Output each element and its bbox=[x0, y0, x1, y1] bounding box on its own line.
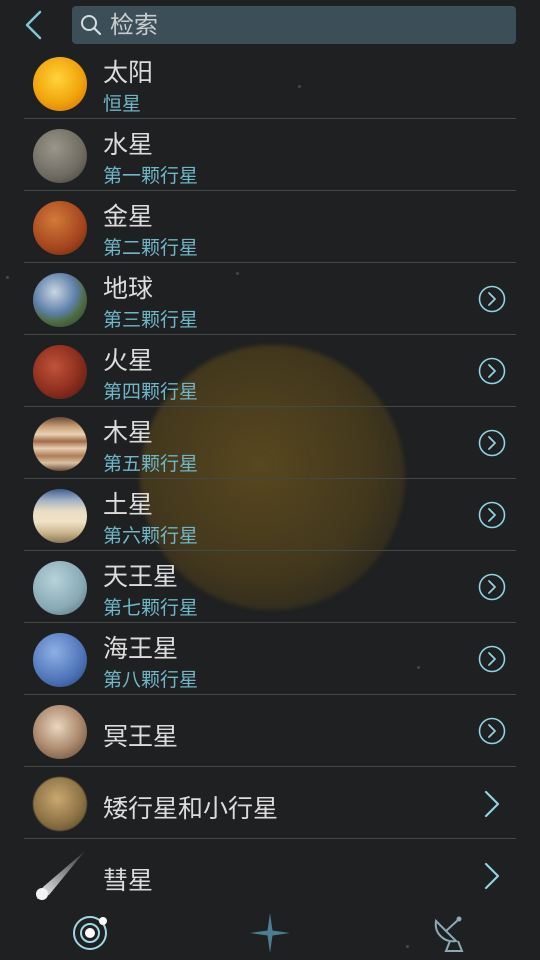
list-item-uranus[interactable]: 天王星 第七颗行星 bbox=[24, 551, 516, 623]
tab-satellite-dish[interactable] bbox=[428, 911, 472, 955]
jupiter-thumbnail bbox=[33, 417, 87, 471]
back-button[interactable] bbox=[18, 6, 54, 44]
search-bar bbox=[0, 0, 540, 52]
circle-arrow-right-icon[interactable] bbox=[478, 717, 506, 745]
background-star bbox=[6, 276, 9, 279]
list-item-mercury[interactable]: 水星 第一颗行星 bbox=[24, 119, 516, 191]
list-item-venus[interactable]: 金星 第二颗行星 bbox=[24, 191, 516, 263]
tab-solar-system[interactable] bbox=[68, 911, 112, 955]
item-name: 地球 bbox=[103, 274, 154, 303]
chevron-right-icon[interactable] bbox=[482, 789, 502, 819]
item-subtitle: 第六颗行星 bbox=[103, 525, 199, 547]
circle-arrow-right-icon[interactable] bbox=[478, 429, 506, 457]
item-subtitle: 第五颗行星 bbox=[103, 453, 199, 475]
circle-arrow-right-icon[interactable] bbox=[478, 501, 506, 529]
search-input[interactable] bbox=[110, 6, 505, 44]
list-item-sun[interactable]: 太阳 恒星 bbox=[24, 47, 516, 119]
item-name: 水星 bbox=[103, 130, 154, 159]
mercury-thumbnail bbox=[33, 129, 87, 183]
list-item-saturn[interactable]: 土星 第六颗行星 bbox=[24, 479, 516, 551]
item-subtitle: 恒星 bbox=[103, 93, 142, 115]
comet-icon bbox=[36, 851, 85, 900]
item-subtitle: 第二颗行星 bbox=[103, 237, 199, 259]
tab-bar bbox=[0, 905, 540, 960]
item-name: 海王星 bbox=[103, 634, 179, 663]
dwarf-planet-thumbnail bbox=[33, 777, 87, 831]
list-item-dwarf-planets[interactable]: 矮行星和小行星 bbox=[24, 767, 516, 839]
sun-thumbnail bbox=[33, 57, 87, 111]
item-name: 金星 bbox=[103, 202, 154, 231]
list-item-pluto[interactable]: 冥王星 bbox=[24, 695, 516, 767]
chevron-right-icon[interactable] bbox=[482, 861, 502, 891]
chevron-left-icon bbox=[25, 10, 42, 40]
tab-stars[interactable] bbox=[248, 911, 292, 955]
item-subtitle: 第八颗行星 bbox=[103, 669, 199, 691]
item-subtitle: 第七颗行星 bbox=[103, 597, 199, 619]
mars-thumbnail bbox=[33, 345, 87, 399]
item-name: 木星 bbox=[103, 418, 154, 447]
item-name: 土星 bbox=[103, 490, 154, 519]
list-item-comets[interactable]: 彗星 bbox=[24, 839, 516, 911]
item-name: 矮行星和小行星 bbox=[103, 794, 279, 823]
item-name: 冥王星 bbox=[103, 722, 179, 751]
item-name: 天王星 bbox=[103, 562, 179, 591]
circle-arrow-right-icon[interactable] bbox=[478, 573, 506, 601]
body-list: 太阳 恒星 水星 第一颗行星 金星 第二颗行星 地球 第三颗行星 火星 第四颗行… bbox=[24, 47, 516, 911]
pluto-thumbnail bbox=[33, 705, 87, 759]
item-name: 太阳 bbox=[103, 58, 154, 87]
list-item-earth[interactable]: 地球 第三颗行星 bbox=[24, 263, 516, 335]
list-item-neptune[interactable]: 海王星 第八颗行星 bbox=[24, 623, 516, 695]
item-name: 彗星 bbox=[103, 866, 154, 895]
circle-arrow-right-icon[interactable] bbox=[478, 357, 506, 385]
saturn-thumbnail bbox=[33, 489, 87, 543]
search-icon bbox=[81, 15, 102, 36]
list-item-mars[interactable]: 火星 第四颗行星 bbox=[24, 335, 516, 407]
item-subtitle: 第三颗行星 bbox=[103, 309, 199, 331]
list-item-jupiter[interactable]: 木星 第五颗行星 bbox=[24, 407, 516, 479]
circle-arrow-right-icon[interactable] bbox=[478, 285, 506, 313]
circle-arrow-right-icon[interactable] bbox=[478, 645, 506, 673]
neptune-thumbnail bbox=[33, 633, 87, 687]
earth-thumbnail bbox=[33, 273, 87, 327]
item-name: 火星 bbox=[103, 346, 154, 375]
item-subtitle: 第四颗行星 bbox=[103, 381, 199, 403]
search-field[interactable] bbox=[72, 6, 516, 44]
item-subtitle: 第一颗行星 bbox=[103, 165, 199, 187]
venus-thumbnail bbox=[33, 201, 87, 255]
uranus-thumbnail bbox=[33, 561, 87, 615]
